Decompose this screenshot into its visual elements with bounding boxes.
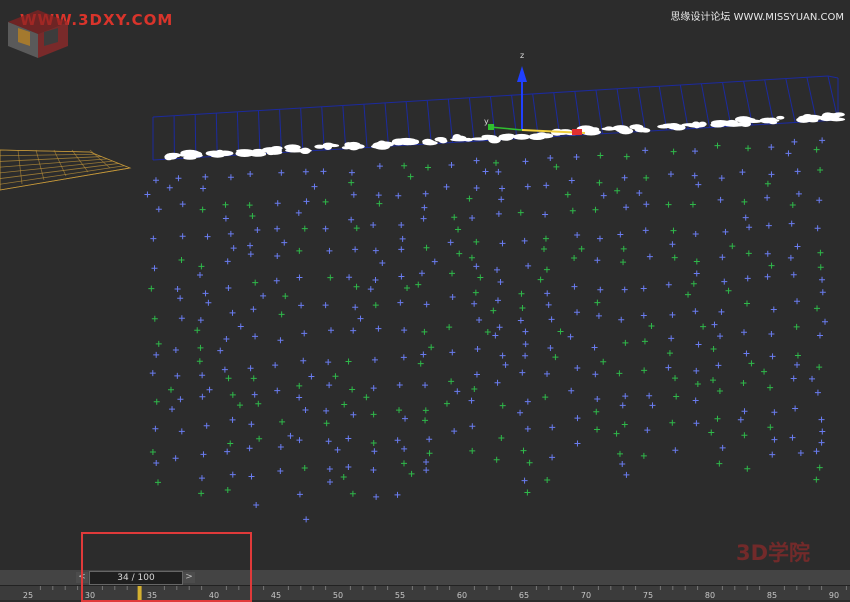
watermark-right: 思缘设计论坛 WWW.MISSYUAN.COM [670,8,844,23]
ruler-label: 45 [271,591,281,600]
ruler-label: 90 [829,591,839,600]
ruler-label: 55 [395,591,405,600]
ruler-label: 85 [767,591,777,600]
ruler-label: 80 [705,591,715,600]
particle-field [144,137,828,522]
gizmo-z-label: z [520,51,524,60]
highlight-box [81,532,252,602]
ruler-label: 75 [643,591,653,600]
ruler-label: 25 [23,591,33,600]
cube-logo-icon [0,0,150,60]
scene-canvas[interactable]: yz [0,0,850,570]
ground-grid [0,150,130,190]
ruler-label: 70 [581,591,591,600]
ruler-label: 60 [457,591,467,600]
gizmo-y-label: y [484,117,489,126]
ruler-label: 50 [333,591,343,600]
logo-text: 3D学院 [736,537,810,567]
ruler-label: 65 [519,591,529,600]
viewport-3d[interactable]: yz WWW.3DXY.COM 思缘设计论坛 WWW.MISSYUAN.COM … [0,0,850,570]
emitter-box [153,76,838,160]
